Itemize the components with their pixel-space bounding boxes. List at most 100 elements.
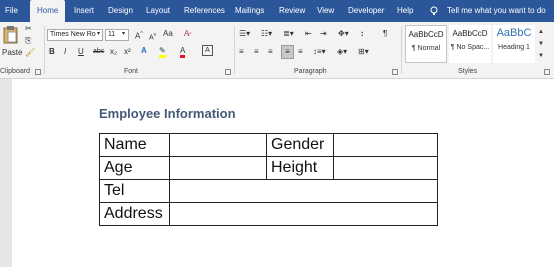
table-cell[interactable]: Name — [99, 133, 170, 157]
tell-me-search[interactable]: Tell me what you want to do — [447, 0, 546, 22]
highlight-icon[interactable]: ✎ — [159, 45, 166, 58]
table-cell[interactable]: Gender — [266, 133, 334, 157]
tab-home[interactable]: Home — [30, 0, 66, 22]
table-cell[interactable]: Age — [99, 156, 170, 180]
font-group-label: Font — [124, 68, 139, 75]
styles-group-label: Styles — [458, 68, 478, 75]
style-sample: AaBbCcD — [452, 29, 488, 38]
grow-font-button[interactable]: A^ — [135, 28, 143, 43]
table-cell[interactable] — [169, 133, 267, 157]
increase-indent-icon[interactable]: ⇥ — [320, 28, 327, 40]
font-color-label: A — [180, 46, 186, 58]
italic-button[interactable]: I — [64, 46, 66, 58]
style-heading-1[interactable]: AaBbC Heading 1 — [493, 25, 535, 63]
align-left-icon[interactable]: ≡ — [239, 46, 244, 58]
superscript-button[interactable]: x² — [124, 46, 131, 58]
line-spacing-icon[interactable]: ↕≡▾ — [313, 46, 326, 58]
chevron-down-icon[interactable]: ▾ — [97, 28, 100, 40]
paste-label: Paste — [2, 48, 23, 57]
distributed-icon[interactable]: ≡ — [298, 46, 303, 58]
text-effects-icon[interactable]: A — [141, 45, 147, 57]
align-right-icon[interactable]: ≡ — [268, 46, 273, 58]
tab-view[interactable]: View — [317, 0, 334, 22]
table-cell[interactable] — [169, 179, 438, 203]
format-painter-icon[interactable]: 🖌 — [25, 47, 35, 59]
tab-mailings[interactable]: Mailings — [235, 0, 264, 22]
justify-icon[interactable]: ≡ — [281, 45, 294, 59]
clipboard-icon — [3, 26, 18, 44]
styles-launcher-icon[interactable] — [544, 69, 550, 75]
font-name-box[interactable]: Times New Ro — [47, 29, 103, 41]
tab-file[interactable]: File — [5, 0, 18, 22]
tab-references[interactable]: References — [184, 0, 225, 22]
group-divider — [44, 26, 45, 74]
bold-button[interactable]: B — [49, 46, 55, 58]
clipboard-group-label: Clipboard — [0, 68, 30, 75]
sort-icon[interactable]: ↕ — [360, 28, 364, 40]
tab-design[interactable]: Design — [108, 0, 133, 22]
table-cell[interactable] — [333, 133, 438, 157]
document-page[interactable]: Employee Information Name Gender Age Hei… — [12, 79, 554, 267]
clear-formatting-icon[interactable]: A̷ — [184, 28, 189, 40]
font-launcher-icon[interactable] — [225, 69, 231, 75]
style-name: ¶ No Spac... — [450, 44, 490, 51]
table-row: Address — [99, 202, 438, 226]
table-cell[interactable]: Address — [99, 202, 170, 226]
style-sample: AaBbC — [496, 27, 532, 39]
styles-scroll-down-icon[interactable]: ▼ — [538, 38, 544, 50]
chinese-layout-icon[interactable]: ✥▾ — [338, 28, 349, 40]
font-name-value: Times New Ro — [50, 31, 96, 38]
show-marks-button[interactable]: ¶ — [383, 28, 387, 40]
group-divider — [401, 26, 402, 74]
bullets-icon[interactable]: ☰▾ — [239, 28, 250, 40]
font-size-value: 11 — [108, 31, 116, 38]
tab-developer[interactable]: Developer — [348, 0, 384, 22]
paste-button[interactable]: Paste — [1, 24, 23, 64]
enclosed-character-icon[interactable]: A — [202, 45, 213, 56]
tab-review[interactable]: Review — [279, 0, 305, 22]
table-row: Tel — [99, 179, 438, 203]
strikethrough-button[interactable]: abc — [93, 46, 104, 58]
table-cell[interactable]: Tel — [99, 179, 170, 203]
align-center-icon[interactable]: ≡ — [254, 46, 259, 58]
copy-icon[interactable]: ⎘ — [25, 35, 31, 47]
clipboard-launcher-icon[interactable] — [35, 69, 41, 75]
change-case-button[interactable]: Aa — [163, 28, 173, 40]
decrease-indent-icon[interactable]: ⇤ — [305, 28, 312, 40]
shrink-font-button[interactable]: Av — [149, 29, 156, 44]
ribbon-tab-bar: File Home Insert Design Layout Reference… — [0, 0, 554, 22]
subscript-button[interactable]: x₂ — [110, 46, 117, 58]
table-row: Age Height — [99, 156, 438, 180]
cut-icon[interactable]: ✂ — [25, 23, 32, 35]
group-divider — [234, 26, 235, 74]
tab-layout[interactable]: Layout — [146, 0, 170, 22]
document-heading: Employee Information — [99, 106, 236, 121]
tab-insert[interactable]: Insert — [74, 0, 94, 22]
table-cell[interactable] — [333, 156, 438, 180]
table-row: Name Gender — [99, 133, 438, 157]
paragraph-launcher-icon[interactable] — [392, 69, 398, 75]
style-no-spacing[interactable]: AaBbCcD ¶ No Spac... — [449, 25, 491, 63]
table-cell[interactable] — [169, 156, 267, 180]
underline-button[interactable]: U — [78, 46, 84, 58]
style-normal[interactable]: AaBbCcD ¶ Normal — [405, 25, 447, 63]
chevron-down-icon[interactable]: ▾ — [122, 28, 125, 40]
style-sample: AaBbCcD — [408, 30, 444, 39]
employee-table: Name Gender Age Height Tel Address — [99, 133, 438, 226]
ribbon: Paste ✂ ⎘ 🖌 Clipboard Times New Ro ▾ 11 … — [0, 22, 554, 79]
table-cell[interactable] — [169, 202, 438, 226]
document-area: Employee Information Name Gender Age Hei… — [0, 79, 554, 267]
styles-more-icon[interactable]: ▼ — [538, 50, 544, 62]
shading-icon[interactable]: ◈▾ — [337, 46, 347, 58]
styles-scroll-up-icon[interactable]: ▲ — [538, 26, 544, 38]
font-color-button[interactable]: A — [180, 45, 186, 58]
tab-help[interactable]: Help — [397, 0, 413, 22]
borders-icon[interactable]: ⊞▾ — [358, 46, 369, 58]
font-size-box[interactable]: 11 — [105, 29, 129, 41]
style-name: ¶ Normal — [411, 45, 441, 52]
numbering-icon[interactable]: ☷▾ — [261, 28, 272, 40]
style-name: Heading 1 — [498, 44, 530, 51]
lightbulb-icon — [430, 0, 438, 22]
multilevel-list-icon[interactable]: ≣▾ — [283, 28, 294, 40]
table-cell[interactable]: Height — [266, 156, 334, 180]
